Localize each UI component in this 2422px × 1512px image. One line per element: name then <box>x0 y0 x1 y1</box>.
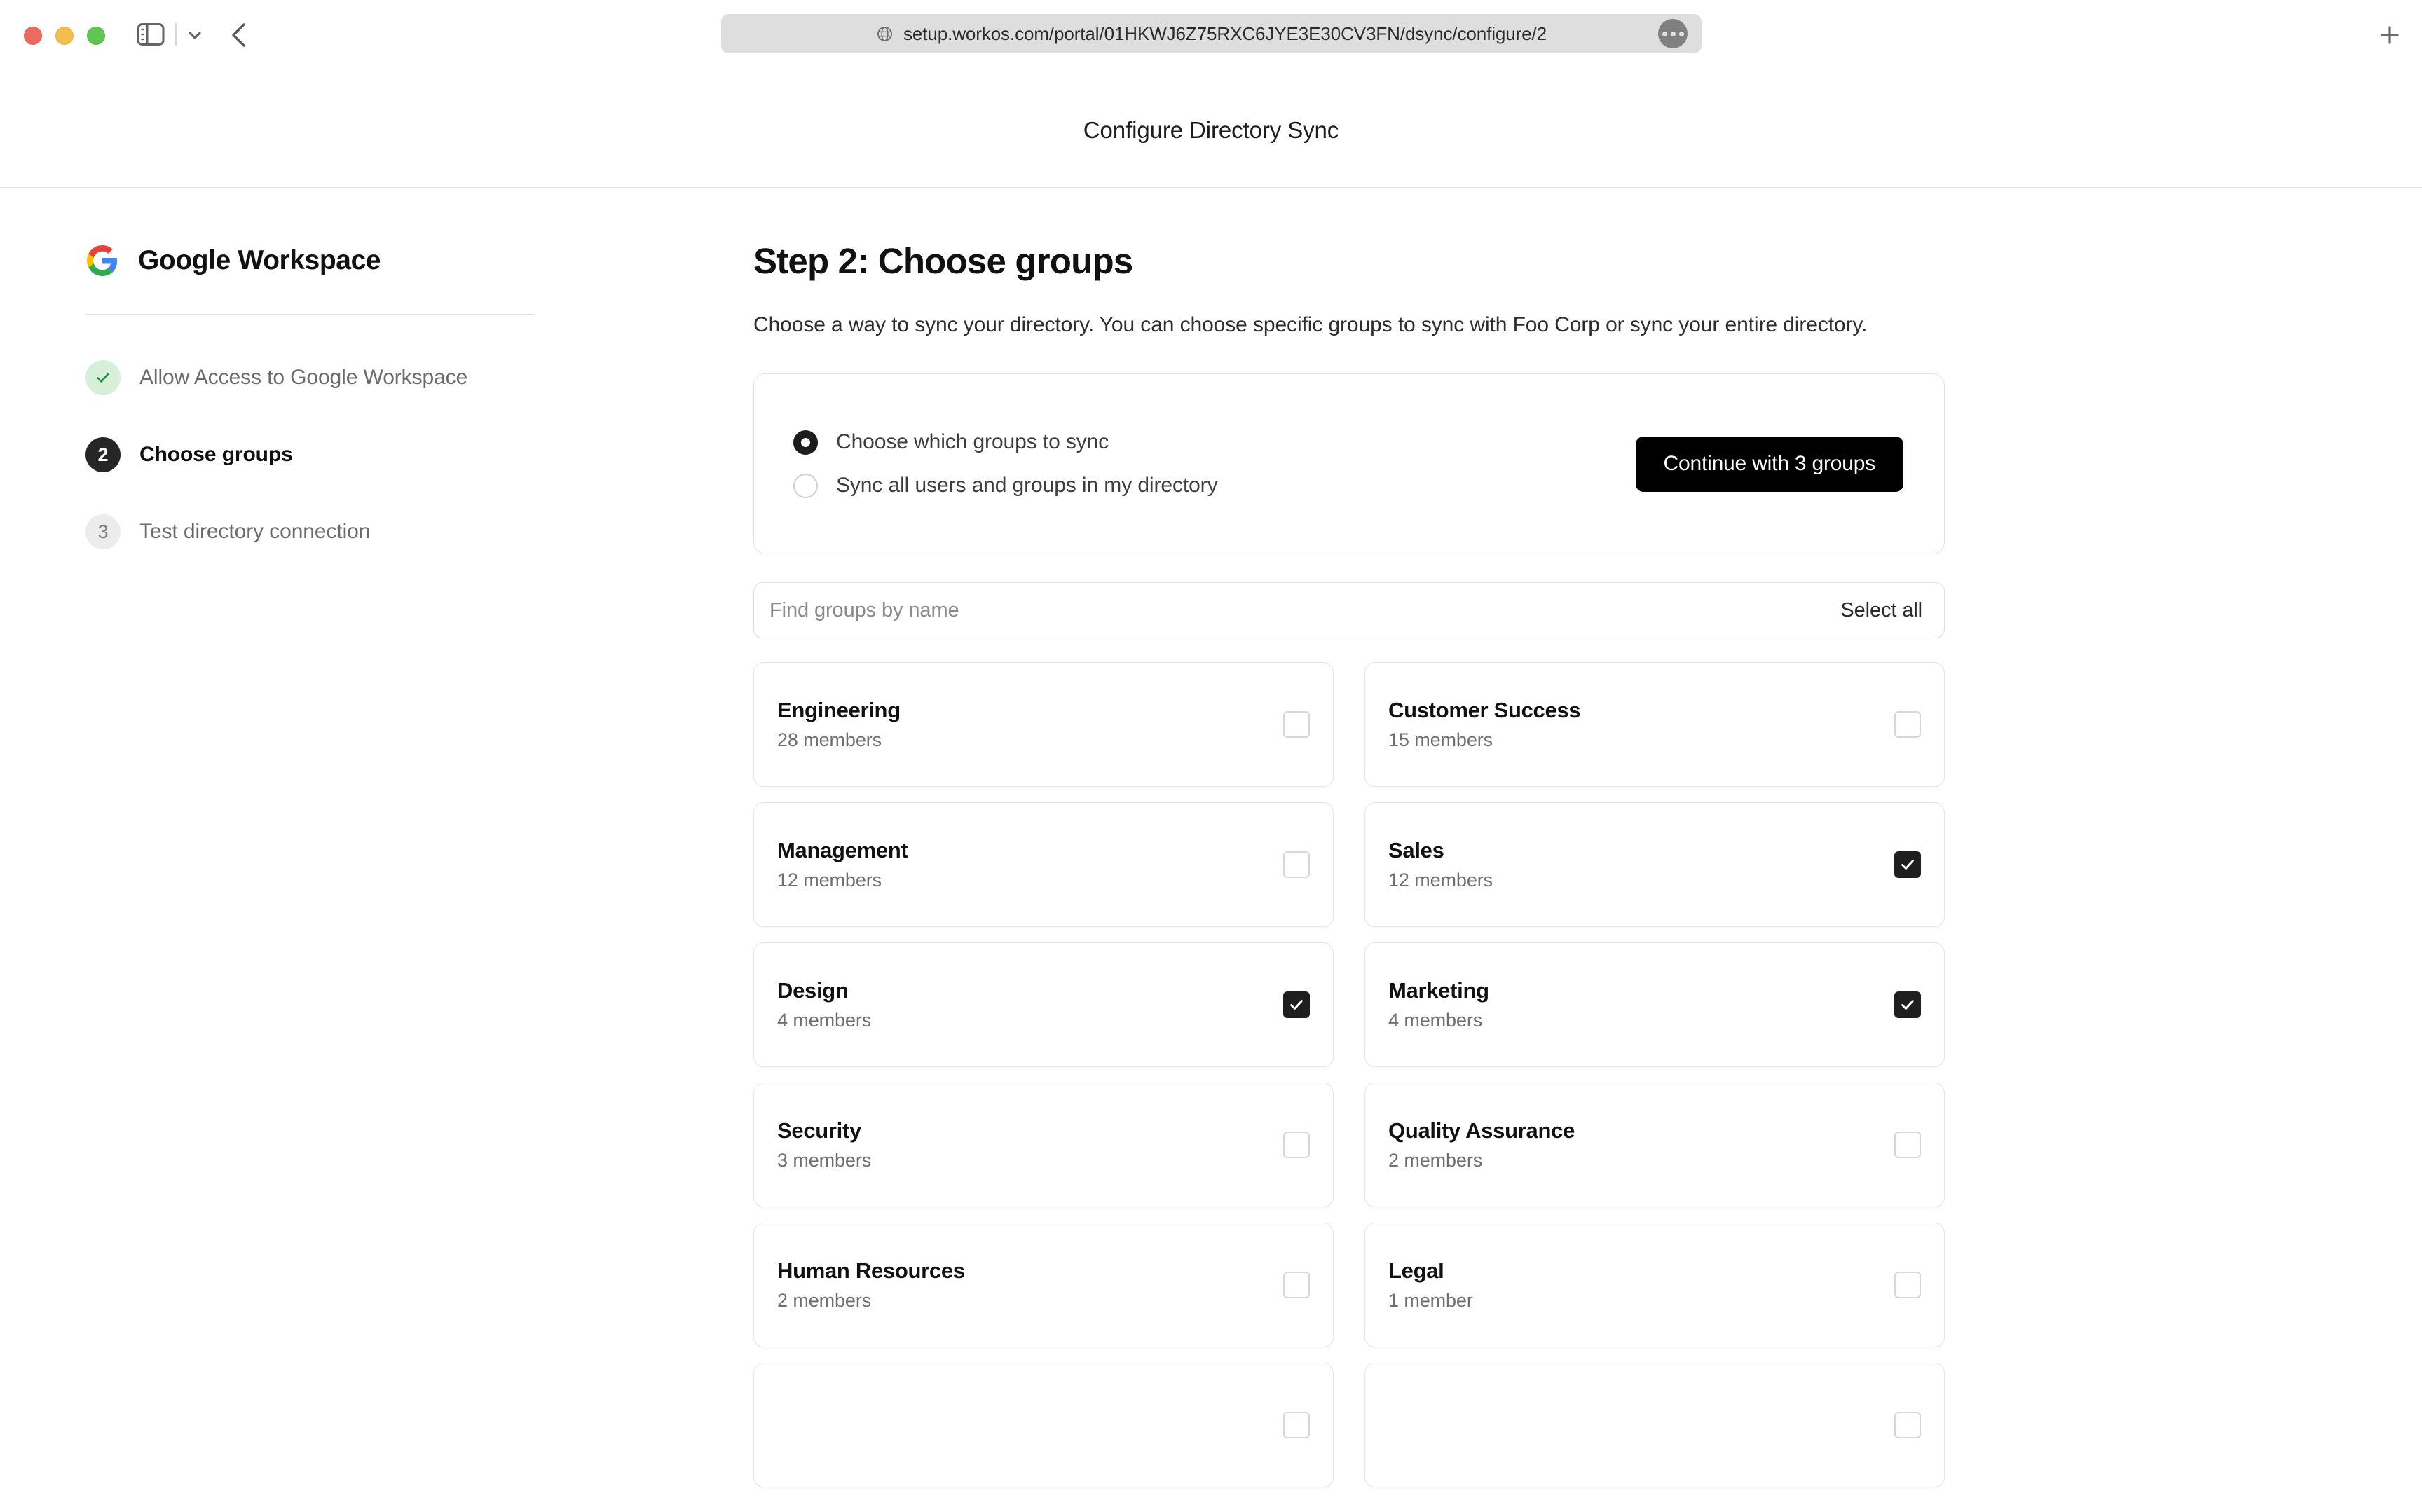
close-window-button[interactable] <box>24 27 42 45</box>
check-icon <box>97 373 109 383</box>
group-name: Legal <box>1388 1258 1444 1284</box>
group-name: Marketing <box>1388 978 1489 1003</box>
radio-unselected-icon[interactable] <box>793 473 818 498</box>
group-name: Design <box>777 978 849 1003</box>
group-grid: Engineering 28 members Customer Success … <box>753 662 1945 1488</box>
check-icon <box>1901 1000 1914 1010</box>
group-card-marketing[interactable]: Marketing 4 members <box>1364 942 1945 1068</box>
group-checkbox[interactable] <box>1894 711 1921 738</box>
sidebar-toggle-icon[interactable] <box>137 22 165 46</box>
sidebar-step-allow-access[interactable]: Allow Access to Google Workspace <box>85 354 618 401</box>
google-logo-icon <box>87 245 118 276</box>
chevron-down-icon[interactable] <box>181 21 209 49</box>
new-tab-button[interactable] <box>2374 20 2405 50</box>
radio-selected-icon[interactable] <box>793 429 818 455</box>
step-badge-current: 2 <box>85 437 121 472</box>
group-name: Engineering <box>777 698 901 723</box>
group-checkbox[interactable] <box>1283 1412 1310 1439</box>
group-name: Management <box>777 838 908 863</box>
group-card-engineering[interactable]: Engineering 28 members <box>753 662 1334 788</box>
group-name: Quality Assurance <box>1388 1118 1575 1143</box>
group-name: Customer Success <box>1388 698 1581 723</box>
minimize-window-button[interactable] <box>55 27 74 45</box>
group-checkbox[interactable] <box>1894 1132 1921 1159</box>
group-name: Human Resources <box>777 1258 965 1284</box>
sidebar-step-test-connection[interactable]: 3 Test directory connection <box>85 508 618 556</box>
sidebar-step-label: Choose groups <box>139 443 293 466</box>
group-members: 12 members <box>1388 870 1493 891</box>
group-members: 2 members <box>777 1290 872 1312</box>
check-icon <box>1290 1000 1303 1010</box>
group-name: Security <box>777 1118 861 1143</box>
group-checkbox[interactable] <box>1283 851 1310 879</box>
browser-chrome: setup.workos.com/portal/01HKWJ6Z75RXC6JY… <box>0 0 2422 73</box>
group-members: 28 members <box>777 729 882 751</box>
group-card-quality-assurance[interactable]: Quality Assurance 2 members <box>1364 1083 1945 1208</box>
main-description: Choose a way to sync your directory. You… <box>753 312 1868 336</box>
group-members: 4 members <box>777 1010 872 1031</box>
main-heading: Step 2: Choose groups <box>753 241 1133 281</box>
group-card-customer-success[interactable]: Customer Success 15 members <box>1364 662 1945 788</box>
radio-option-label: Sync all users and groups in my director… <box>836 474 1218 497</box>
more-dots-icon[interactable] <box>1658 19 1688 48</box>
page-title-bar: Configure Directory Sync <box>0 73 2422 188</box>
back-arrow-icon[interactable] <box>226 20 255 50</box>
sync-mode-radio-group: Choose which groups to sync Sync all use… <box>793 429 1218 498</box>
group-card-sales[interactable]: Sales 12 members <box>1364 802 1945 928</box>
group-checkbox[interactable] <box>1894 1412 1921 1439</box>
group-members: 1 member <box>1388 1290 1473 1312</box>
maximize-window-button[interactable] <box>87 27 105 45</box>
group-card-design[interactable]: Design 4 members <box>753 942 1334 1068</box>
group-card-management[interactable]: Management 12 members <box>753 802 1334 928</box>
group-checkbox[interactable] <box>1283 991 1310 1019</box>
search-input[interactable] <box>769 583 1824 638</box>
group-card-legal[interactable]: Legal 1 member <box>1364 1223 1945 1348</box>
step-list: Allow Access to Google Workspace 2 Choos… <box>85 354 618 556</box>
group-card-next-left[interactable] <box>753 1363 1334 1488</box>
group-card-human-resources[interactable]: Human Resources 2 members <box>753 1223 1334 1348</box>
page-title: Configure Directory Sync <box>1083 116 1339 143</box>
continue-button[interactable]: Continue with 3 groups <box>1635 436 1903 492</box>
address-bar[interactable]: setup.workos.com/portal/01HKWJ6Z75RXC6JY… <box>721 14 1702 53</box>
group-members: 4 members <box>1388 1010 1483 1031</box>
brand-name: Google Workspace <box>138 245 381 275</box>
setup-sidebar: Google Workspace Allow Access to Google … <box>85 244 618 556</box>
group-members: 2 members <box>1388 1150 1483 1171</box>
window-traffic-lights <box>24 27 105 45</box>
check-icon <box>1901 860 1914 870</box>
group-checkbox[interactable] <box>1283 711 1310 738</box>
sidebar-step-label: Test directory connection <box>139 520 371 543</box>
group-card-next-right[interactable] <box>1364 1363 1945 1488</box>
group-members: 15 members <box>1388 729 1493 751</box>
sidebar-divider <box>85 314 534 315</box>
main-content: Step 2: Choose groups Choose a way to sy… <box>753 241 1945 1488</box>
group-checkbox[interactable] <box>1894 991 1921 1019</box>
group-checkbox[interactable] <box>1894 851 1921 879</box>
globe-icon <box>877 26 892 41</box>
address-bar-url: setup.workos.com/portal/01HKWJ6Z75RXC6JY… <box>903 22 1547 44</box>
radio-option-label: Choose which groups to sync <box>836 430 1109 454</box>
step-badge-todo: 3 <box>85 514 121 549</box>
page-body: Google Workspace Allow Access to Google … <box>0 188 2422 1512</box>
group-checkbox[interactable] <box>1283 1132 1310 1159</box>
group-card-security[interactable]: Security 3 members <box>753 1083 1334 1208</box>
radio-option-choose-groups[interactable]: Choose which groups to sync <box>793 429 1217 455</box>
group-members: 12 members <box>777 870 882 891</box>
sidebar-step-choose-groups[interactable]: 2 Choose groups <box>85 431 618 479</box>
sync-mode-card: Choose which groups to sync Sync all use… <box>753 373 1945 555</box>
chrome-divider <box>175 23 177 46</box>
select-all-link[interactable]: Select all <box>1824 599 1922 622</box>
group-name: Sales <box>1388 838 1444 863</box>
group-checkbox[interactable] <box>1894 1272 1921 1299</box>
sidebar-step-label: Allow Access to Google Workspace <box>139 366 468 389</box>
step-badge-done <box>85 360 121 395</box>
brand-row: Google Workspace <box>85 244 618 277</box>
group-checkbox[interactable] <box>1283 1272 1310 1299</box>
group-search-row: Select all <box>753 582 1945 639</box>
radio-option-sync-all[interactable]: Sync all users and groups in my director… <box>793 473 1218 498</box>
group-members: 3 members <box>777 1150 872 1171</box>
